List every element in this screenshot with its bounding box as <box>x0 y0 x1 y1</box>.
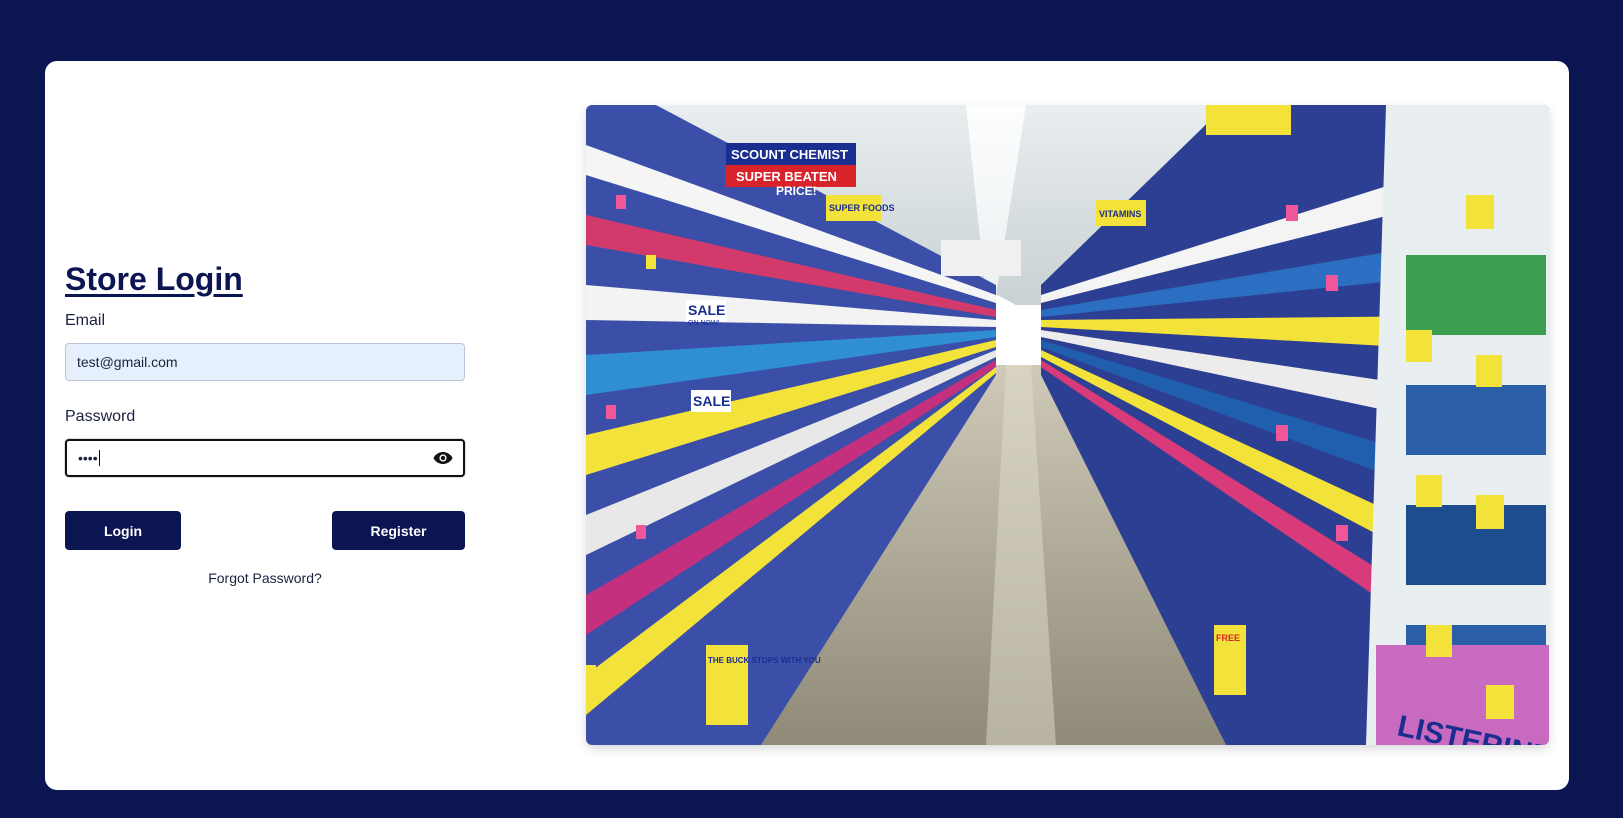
svg-text:SALE: SALE <box>688 302 725 318</box>
svg-text:SALE: SALE <box>693 393 730 409</box>
store-aisle-illustration: SCOUNT CHEMIST SUPER BEATEN PRICE! SUPER… <box>586 105 1549 745</box>
text-caret <box>98 450 100 466</box>
eye-icon[interactable] <box>433 451 453 465</box>
email-field[interactable]: test@gmail.com <box>65 343 465 381</box>
password-value: •••• <box>78 450 98 466</box>
login-button[interactable]: Login <box>65 511 181 550</box>
svg-text:THE BUCK STOPS WITH YOU: THE BUCK STOPS WITH YOU <box>708 656 821 665</box>
svg-text:VITAMINS: VITAMINS <box>1099 209 1141 219</box>
register-button[interactable]: Register <box>332 511 465 550</box>
svg-text:PRICE!: PRICE! <box>776 184 817 198</box>
page-title: Store Login <box>65 261 243 297</box>
svg-text:FREE: FREE <box>1216 633 1240 643</box>
forgot-password-link[interactable]: Forgot Password? <box>65 570 465 586</box>
email-label: Email <box>65 312 106 329</box>
password-label: Password <box>65 408 136 425</box>
login-form: Store Login Email test@gmail.com Passwor… <box>65 61 465 790</box>
svg-text:SUPER BEATEN: SUPER BEATEN <box>736 169 837 184</box>
login-card: Store Login Email test@gmail.com Passwor… <box>45 61 1569 790</box>
svg-text:ON NOW!: ON NOW! <box>688 320 720 327</box>
svg-text:SCOUNT CHEMIST: SCOUNT CHEMIST <box>731 147 848 162</box>
email-value: test@gmail.com <box>77 354 178 370</box>
password-field[interactable]: •••• <box>65 439 465 477</box>
svg-text:SUPER FOODS: SUPER FOODS <box>829 203 895 213</box>
store-aisle-image: SCOUNT CHEMIST SUPER BEATEN PRICE! SUPER… <box>586 105 1549 745</box>
